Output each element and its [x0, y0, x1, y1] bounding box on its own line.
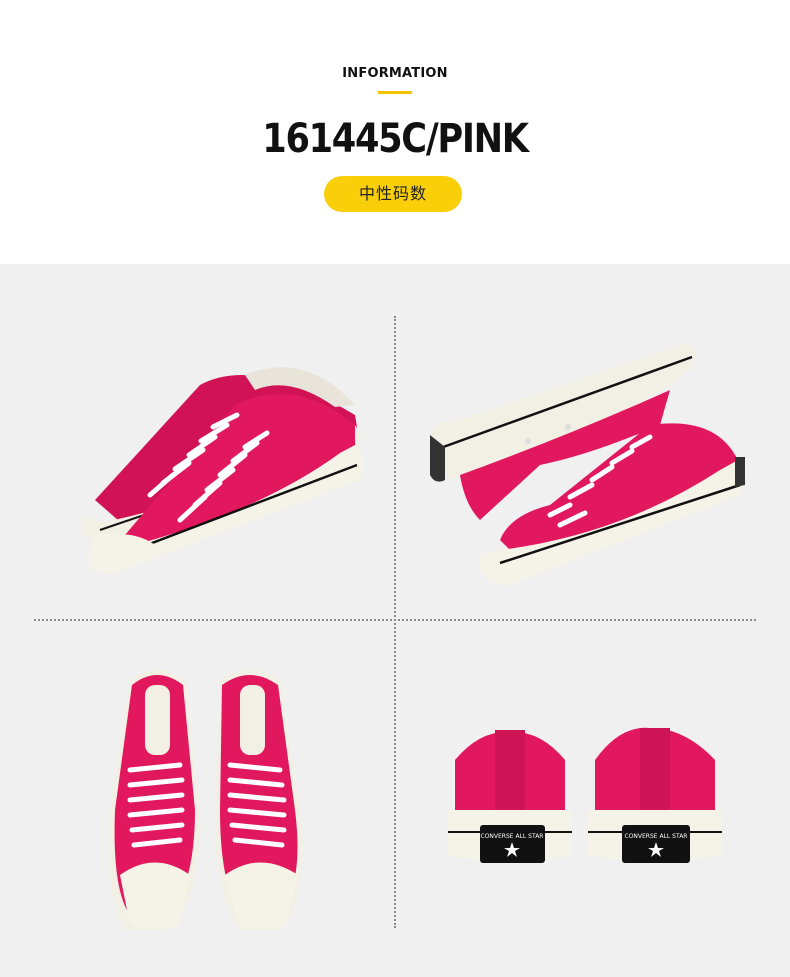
section-label: INFORMATION [342, 65, 448, 82]
photo-pair-top [100, 660, 320, 938]
horizontal-divider [34, 619, 756, 621]
svg-text:CONVERSE ALL STAR: CONVERSE ALL STAR [481, 833, 544, 840]
svg-text:CONVERSE ALL STAR: CONVERSE ALL STAR [625, 833, 688, 840]
photo-pair-angled [55, 345, 370, 580]
section-underline [378, 91, 412, 94]
photo-pair-stacked [420, 335, 750, 590]
model-code: 161445C/PINK [262, 116, 529, 162]
photo-pair-heel: CONVERSE ALL STAR CONVERSE ALL STAR [440, 720, 725, 870]
vertical-divider [394, 316, 396, 928]
size-badge: 中性码数 [324, 176, 462, 212]
info-header: INFORMATION 161445C/PINK 中性码数 [0, 0, 790, 264]
